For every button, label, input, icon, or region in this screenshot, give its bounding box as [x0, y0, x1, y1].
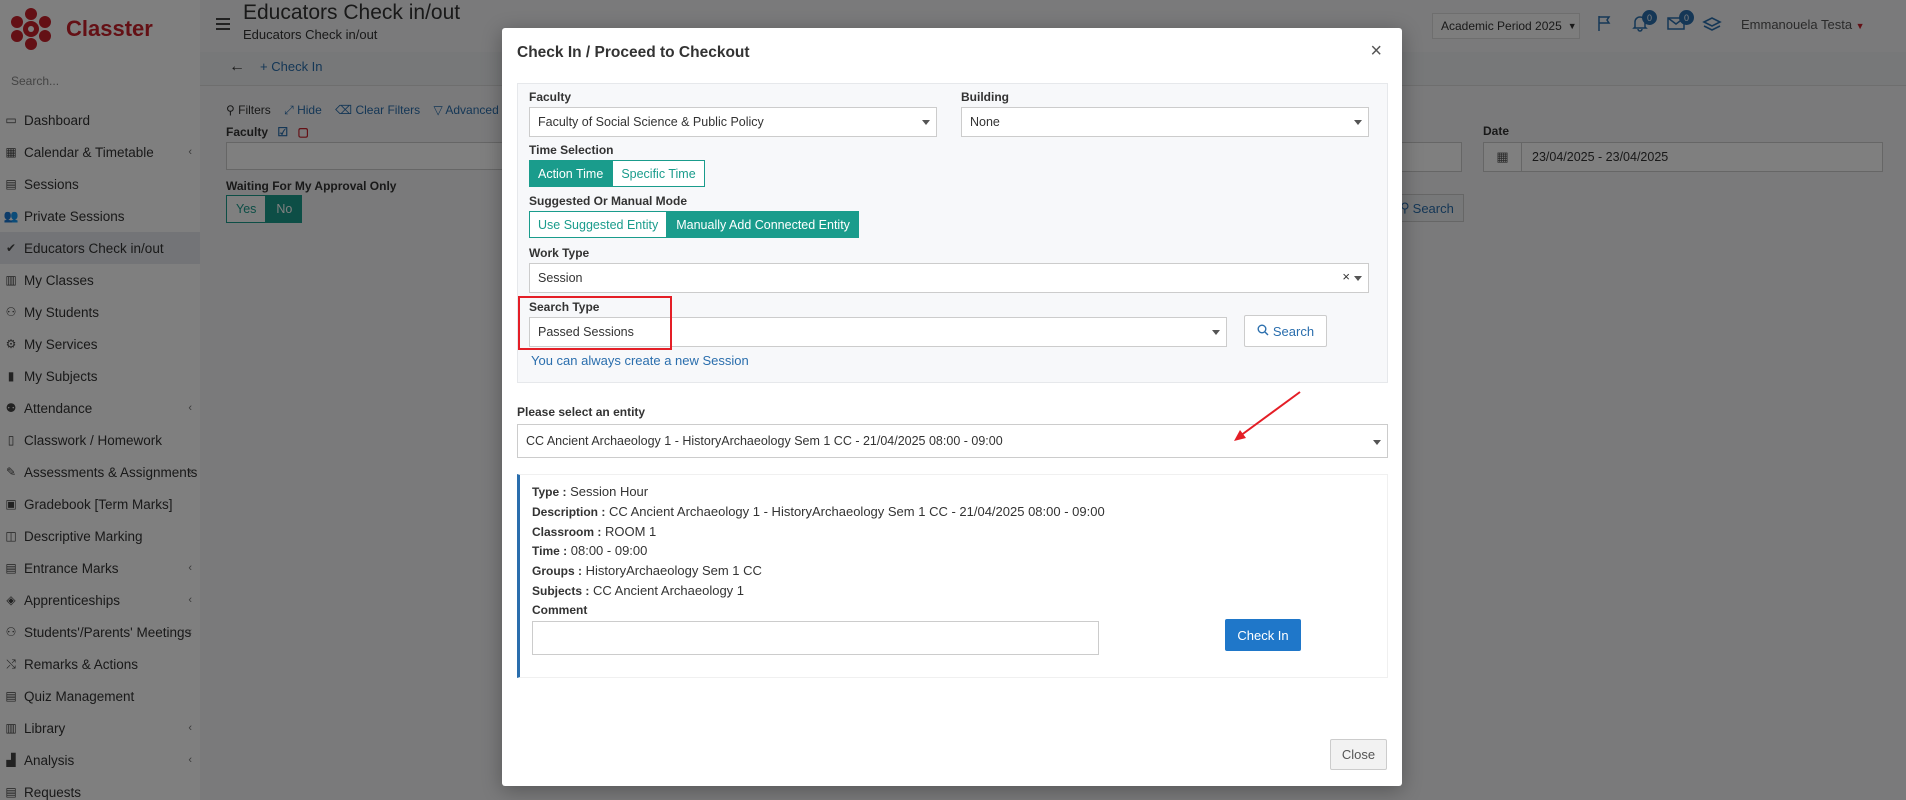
building-select[interactable]: None — [961, 107, 1369, 137]
chevron-down-icon — [1354, 120, 1362, 125]
close-icon[interactable]: × — [1370, 40, 1382, 63]
work-type-value: Session — [538, 271, 583, 285]
faculty-select[interactable]: Faculty of Social Science & Public Polic… — [529, 107, 937, 137]
work-type-label: Work Type — [529, 246, 590, 260]
mode-toggle: Use Suggested Entity Manually Add Connec… — [529, 211, 859, 238]
entity-details-card: Type : Session Hour Description : CC Anc… — [517, 474, 1388, 678]
action-time-button[interactable]: Action Time — [529, 160, 613, 187]
modal-title: Check In / Proceed to Checkout — [517, 44, 750, 61]
building-value: None — [970, 115, 1000, 129]
entity-value: CC Ancient Archaeology 1 - HistoryArchae… — [526, 434, 1003, 448]
create-session-link[interactable]: You can always create a new Session — [531, 353, 749, 368]
comment-input[interactable] — [532, 621, 1099, 655]
building-label: Building — [961, 90, 1009, 104]
clear-icon[interactable]: × — [1342, 269, 1350, 284]
faculty-value: Faculty of Social Science & Public Polic… — [538, 115, 764, 129]
comment-label: Comment — [532, 603, 588, 617]
detail-time: Time : 08:00 - 09:00 — [532, 543, 648, 558]
chevron-down-icon — [1212, 330, 1220, 335]
check-in-button[interactable]: Check In — [1225, 619, 1301, 651]
use-suggested-entity-button[interactable]: Use Suggested Entity — [529, 211, 668, 238]
chevron-down-icon — [1354, 276, 1362, 281]
entity-label: Please select an entity — [517, 405, 646, 419]
detail-description: Description : CC Ancient Archaeology 1 -… — [532, 504, 1105, 519]
search-button[interactable]: Search — [1244, 315, 1327, 347]
annotation-arrow-icon — [1234, 391, 1301, 441]
detail-subjects: Subjects : CC Ancient Archaeology 1 — [532, 583, 745, 598]
specific-time-button[interactable]: Specific Time — [612, 160, 705, 187]
work-type-select[interactable]: Session × — [529, 263, 1369, 293]
faculty-label: Faculty — [529, 90, 572, 104]
chevron-down-icon — [1373, 440, 1381, 445]
highlight-box — [518, 296, 672, 350]
mode-label: Suggested Or Manual Mode — [529, 194, 688, 208]
detail-groups: Groups : HistoryArchaeology Sem 1 CC — [532, 563, 762, 578]
search-icon — [1257, 324, 1269, 339]
close-button[interactable]: Close — [1330, 739, 1387, 770]
chevron-down-icon — [922, 120, 930, 125]
manually-add-entity-button[interactable]: Manually Add Connected Entity — [667, 211, 859, 238]
detail-type: Type : Session Hour — [532, 484, 649, 499]
time-selection-toggle: Action Time Specific Time — [529, 160, 705, 187]
time-selection-label: Time Selection — [529, 143, 614, 157]
detail-classroom: Classroom : ROOM 1 — [532, 524, 657, 539]
